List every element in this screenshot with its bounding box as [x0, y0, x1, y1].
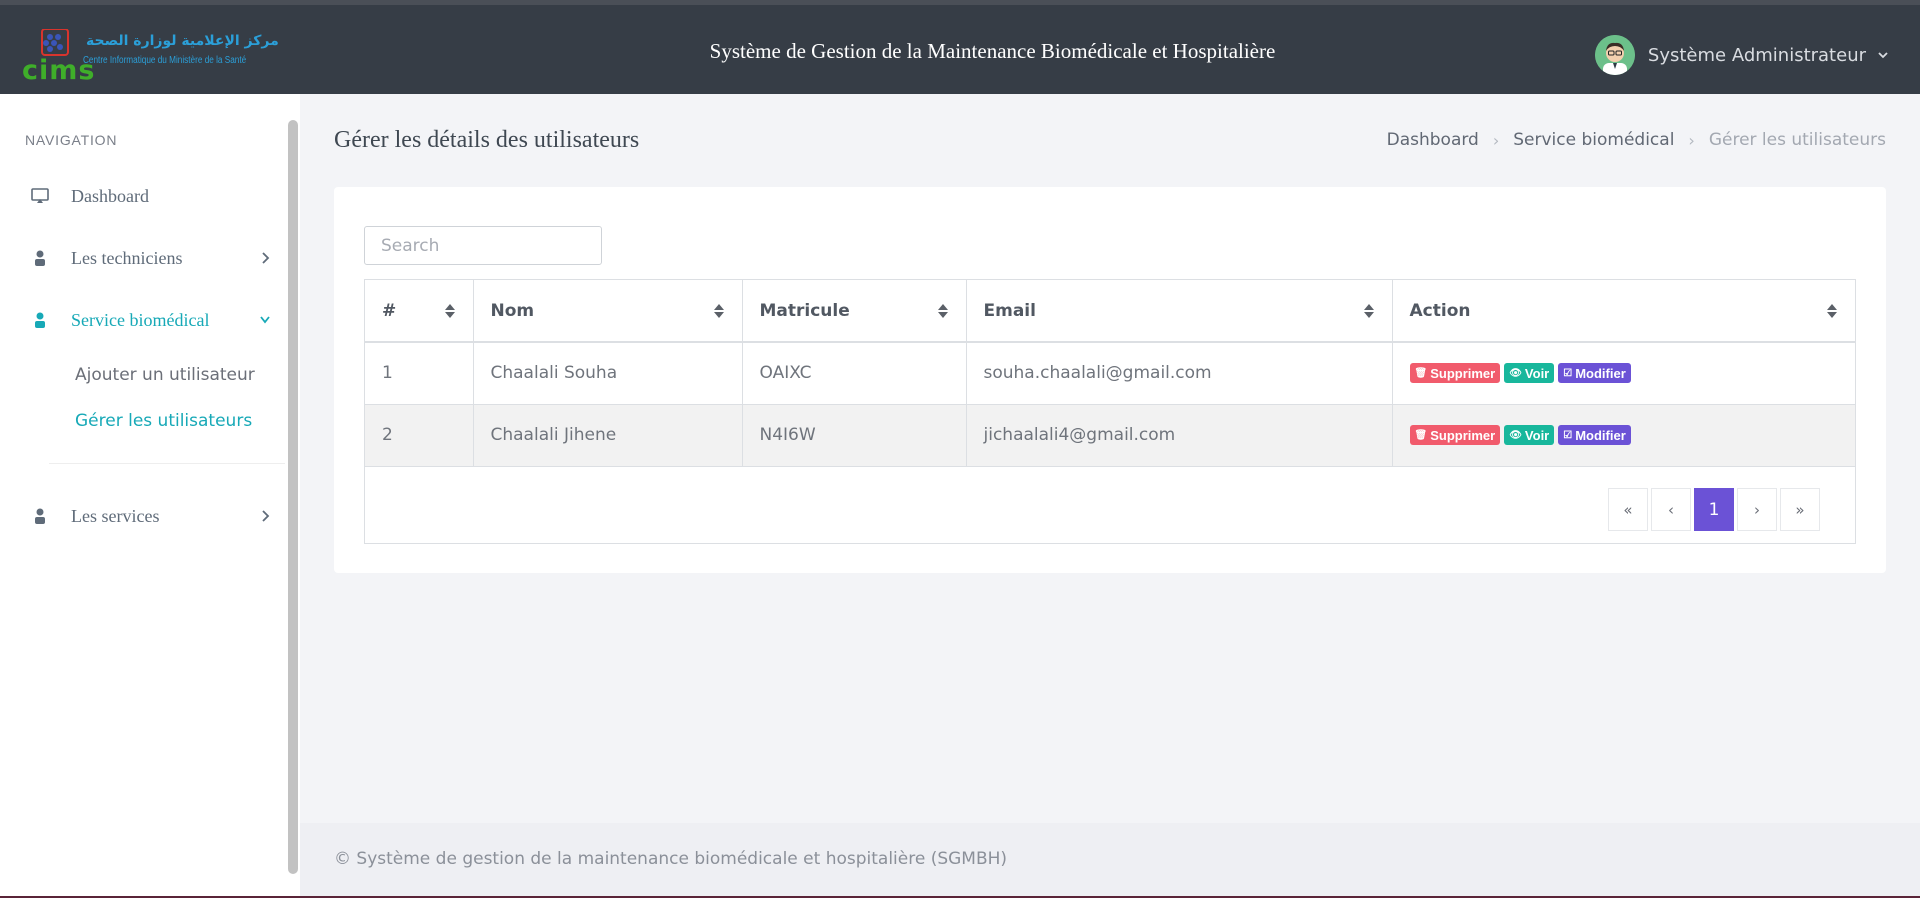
sidebar-item-label: Les techniciens: [71, 247, 183, 268]
page-title: Gérer les détails des utilisateurs: [334, 127, 640, 153]
sort-icon: [1827, 304, 1837, 318]
column-header-nom[interactable]: Nom: [473, 280, 743, 343]
trash-icon: 🗑: [1414, 429, 1428, 441]
user-menu[interactable]: Système Administrateur: [1594, 34, 1890, 76]
sort-icon: [713, 304, 724, 318]
top-header: cims مركز الإعلامية لوزارة الصحة Centre …: [0, 0, 1920, 94]
avatar-person-icon: [1594, 35, 1635, 75]
pagination-prev-button[interactable]: ‹: [1651, 488, 1691, 531]
view-button[interactable]: 👁 Voir: [1504, 425, 1555, 445]
search-input[interactable]: [364, 226, 602, 265]
chevron-right-icon: [262, 510, 270, 522]
chevron-down-icon: [1878, 52, 1888, 59]
delete-button[interactable]: 🗑 Supprimer: [1409, 425, 1501, 445]
chevron-down-icon: [260, 316, 270, 324]
nav-section-label: NAVIGATION: [25, 132, 118, 148]
breadcrumb: Dashboard › Service biomédical › Gérer l…: [1387, 130, 1886, 150]
sidebar-item-techniciens[interactable]: Les techniciens: [30, 238, 275, 278]
edit-button[interactable]: ☑ Modifier: [1558, 425, 1631, 445]
chevron-right-icon: [262, 252, 270, 264]
users-table-wrapper: # Nom Matricule Email Action 1 Chaalali …: [364, 279, 1856, 544]
person-icon: [30, 506, 50, 526]
cell-matricule: N4I6W: [742, 404, 967, 467]
cell-actions: 🗑 Supprimer 👁 Voir ☑ Modifier: [1392, 404, 1855, 467]
edit-label: Modifier: [1575, 365, 1626, 381]
column-header-label: Email: [983, 300, 1036, 321]
edit-label: Modifier: [1575, 427, 1626, 443]
view-button[interactable]: 👁 Voir: [1504, 363, 1555, 384]
avatar[interactable]: [1594, 35, 1635, 75]
view-label: Voir: [1524, 427, 1550, 443]
sort-icon: [937, 304, 948, 318]
cell-email: souha.chaalali@gmail.com: [966, 342, 1393, 405]
footer-text: © Système de gestion de la maintenance b…: [334, 849, 1008, 869]
breadcrumb-dashboard[interactable]: Dashboard: [1387, 130, 1479, 150]
table-row: 2 Chaalali Jihene N4I6W jichaalali4@gmai…: [365, 404, 1855, 467]
pagination-page-button[interactable]: 1: [1694, 488, 1734, 531]
sidebar-item-label: Dashboard: [71, 185, 149, 206]
column-header-email[interactable]: Email: [966, 280, 1393, 343]
cell-num: 2: [365, 404, 474, 467]
sort-icon: [444, 304, 455, 318]
delete-label: Supprimer: [1430, 365, 1496, 381]
sidebar-item-label: Service biomédical: [71, 309, 210, 330]
monitor-icon: [30, 186, 50, 206]
edit-button[interactable]: ☑ Modifier: [1558, 363, 1631, 384]
pagination-next-button[interactable]: ›: [1737, 488, 1777, 531]
person-icon: [30, 310, 50, 330]
sidebar-item-dashboard[interactable]: Dashboard: [30, 176, 275, 216]
sidebar-divider: [49, 463, 285, 464]
breadcrumb-service-biomedical[interactable]: Service biomédical: [1513, 130, 1674, 150]
sort-icon: [1363, 304, 1374, 318]
column-header-matricule[interactable]: Matricule: [742, 280, 967, 343]
view-label: Voir: [1524, 365, 1550, 381]
column-header-label: Action: [1409, 300, 1471, 321]
cell-email: jichaalali4@gmail.com: [966, 404, 1393, 467]
delete-label: Supprimer: [1430, 427, 1496, 443]
cell-nom: Chaalali Souha: [473, 342, 743, 405]
trash-icon: 🗑: [1414, 367, 1428, 379]
cell-nom: Chaalali Jihene: [473, 404, 743, 467]
sidebar-subitem-gerer-utilisateurs[interactable]: Gérer les utilisateurs: [75, 411, 252, 431]
user-name: Système Administrateur: [1647, 44, 1866, 66]
eye-icon: 👁: [1509, 429, 1522, 441]
person-icon: [30, 248, 50, 268]
column-header-label: Matricule: [759, 300, 850, 321]
sidebar-scrollbar[interactable]: [288, 120, 298, 874]
cell-num: 1: [365, 342, 474, 405]
checkbox-edit-icon: ☑: [1563, 367, 1573, 379]
pagination: « ‹ 1 › »: [1605, 488, 1820, 531]
eye-icon: 👁: [1509, 367, 1522, 379]
column-header-action[interactable]: Action: [1392, 280, 1855, 343]
column-header-num[interactable]: #: [365, 280, 474, 343]
users-card: # Nom Matricule Email: [334, 187, 1886, 573]
cell-actions: 🗑 Supprimer 👁 Voir ☑ Modifier: [1392, 342, 1855, 405]
column-header-label: Nom: [490, 300, 535, 321]
sidebar-subitem-ajouter-utilisateur[interactable]: Ajouter un utilisateur: [75, 365, 255, 385]
sidebar-item-label: Les services: [71, 505, 160, 526]
pagination-last-button[interactable]: »: [1780, 488, 1820, 531]
pagination-first-button[interactable]: «: [1608, 488, 1648, 531]
delete-button[interactable]: 🗑 Supprimer: [1409, 363, 1501, 384]
sidebar-item-services[interactable]: Les services: [30, 496, 275, 536]
breadcrumb-current: Gérer les utilisateurs: [1708, 130, 1886, 150]
checkbox-edit-icon: ☑: [1563, 429, 1573, 441]
cell-matricule: OAIXC: [742, 342, 967, 405]
sidebar-item-service-biomedical[interactable]: Service biomédical: [30, 300, 275, 340]
users-table: # Nom Matricule Email Action 1 Chaalali …: [365, 280, 1855, 467]
footer: © Système de gestion de la maintenance b…: [300, 823, 1920, 898]
breadcrumb-separator-icon: ›: [1492, 130, 1500, 150]
breadcrumb-separator-icon: ›: [1688, 130, 1695, 150]
table-row: 1 Chaalali Souha OAIXC souha.chaalali@gm…: [365, 342, 1855, 405]
column-header-label: #: [382, 300, 397, 321]
